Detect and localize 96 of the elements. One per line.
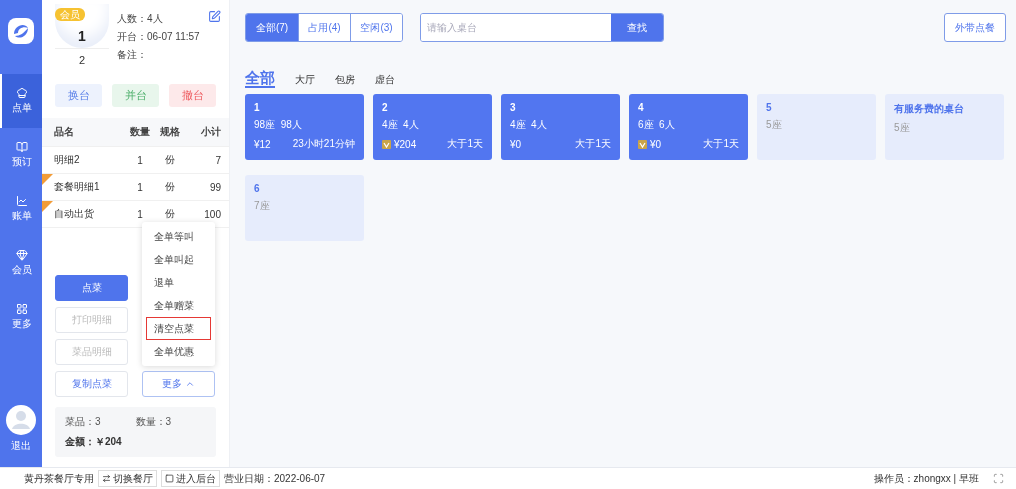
table-cell-text: 自动出货 [54,207,95,221]
table-card[interactable]: 6 7座 [245,175,364,241]
chart-icon [16,195,28,207]
gem-icon [16,249,28,261]
logo-icon [8,18,34,44]
table-name: 3 [510,102,517,113]
menu-item[interactable]: 全单赠菜 [146,294,211,317]
table-name: 6 [254,183,261,194]
table-cell-text: 7 [214,154,221,166]
table-action-button[interactable]: 换台 [55,84,102,107]
logout-button[interactable]: 退出 [11,439,31,453]
table-name: 1 [254,102,261,113]
table-action-button[interactable]: 并台 [112,84,159,107]
more-button[interactable]: 更多 [142,371,215,397]
guest-count: 2 [55,48,109,70]
region-tab[interactable]: 包房 [335,75,355,88]
menu-item[interactable]: 退单 [146,271,211,294]
menu-item[interactable]: 全单等叫 [146,225,211,248]
table-cell-text: 套餐明细1 [54,180,101,194]
fullscreen-icon[interactable] [993,473,1004,484]
table-info: 人数：4人 [117,12,164,26]
table-name: 5 [766,102,773,113]
table-name: 有服务费的桌台 [894,102,965,116]
sidebar-item[interactable]: 点单 [0,74,42,128]
column-header: 规格 [159,125,181,139]
order-button[interactable]: 点菜 [55,275,128,301]
region-tab[interactable]: 大厅 [295,75,315,88]
menu-item[interactable]: 清空点菜 [146,317,211,340]
table-seats: 98座 98人 [254,118,355,132]
table-duration: 大于1天 [447,137,483,151]
table-duration: 大于1天 [575,137,611,151]
table-duration: 23小时21分钟 [292,137,355,151]
table-card[interactable]: 4 6座 6人 ¥0 大于1天 [629,94,748,160]
table-card[interactable]: 有服务费的桌台 5座 [885,94,1004,160]
table-duration: 大于1天 [703,137,739,151]
table-cell-text: 份 [164,180,176,194]
table-card[interactable]: 5 5座 [757,94,876,160]
column-header: 小计 [200,125,221,139]
edit-icon[interactable] [208,10,221,23]
table-seats: 4座 4人 [510,118,611,132]
filter-tab[interactable]: 全部(7) [246,14,298,41]
table-seats: 5座 [766,118,867,132]
table-name: 2 [382,102,389,113]
table-amount: ¥0 [650,138,662,150]
table-cell-text: 1 [136,154,144,166]
table-card[interactable]: 2 4座 4人 ¥204 大于1天 [373,94,492,160]
chef-hat-icon [16,87,28,99]
table-amount: ¥204 [394,138,417,150]
book-icon [16,141,28,153]
table-name: 4 [638,102,645,113]
table-seats: 6座 6人 [638,118,739,132]
restaurant-name: 黄丹茶餐厅专用 [24,471,94,486]
table-cell-text: 份 [164,207,176,221]
region-tab[interactable]: 全部 [245,70,275,88]
switch-restaurant-button[interactable]: 切换餐厅 [98,470,157,487]
switch-icon [102,474,111,483]
member-badge: 会员 [55,8,85,21]
table-cell-text: 99 [208,181,221,193]
region-tab[interactable]: 虚台 [375,75,395,88]
takeout-button[interactable]: 外带点餐 [944,13,1006,42]
chevron-icon [185,379,195,389]
sidebar-item[interactable]: 账单 [0,182,42,236]
menu-item[interactable]: 全单叫起 [146,248,211,271]
table-cell-text: 1 [136,181,144,193]
business-date: 营业日期：2022-06-07 [224,471,326,486]
sidebar-item[interactable]: 会员 [0,236,42,290]
table-seats: 7座 [254,199,355,213]
table-amount: ¥0 [510,138,522,150]
table-action-button[interactable]: 撤台 [169,84,216,107]
column-header: 品名 [54,125,75,139]
order-button[interactable]: 复制点菜 [55,371,128,397]
menu-item[interactable]: 全单优惠 [146,340,211,363]
table-seats: 5座 [894,121,995,135]
table-cell-text: 100 [203,208,221,220]
table-card[interactable]: 1 98座 98人 ¥12 23小时21分钟 [245,94,364,160]
dish-count: 菜品：3 [65,415,102,429]
square-icon [165,474,174,483]
column-header: 数量 [129,125,151,139]
backend-button[interactable]: 进入后台 [161,470,220,487]
table-cell-text: 明细2 [54,153,81,167]
avatar-icon[interactable] [6,405,36,435]
table-seats: 4座 4人 [382,118,483,132]
table-amount: ¥12 [254,138,271,150]
table-cell-text: 份 [164,153,176,167]
sidebar-item[interactable]: 更多 [0,290,42,344]
filter-tab[interactable]: 空闲(3) [350,14,402,41]
total-amount: 金额：￥204 [65,435,123,449]
operator-info: 操作员：zhongxx | 早班 [873,471,979,486]
table-card[interactable]: 3 4座 4人 ¥0 大于1天 [501,94,620,160]
sidebar-item[interactable]: 预订 [0,128,42,182]
grid-icon [16,303,28,315]
table-info: 开台：06-07 11:57 [117,30,200,44]
filter-tab[interactable]: 占用(4) [298,14,350,41]
table-info: 备注： [117,48,148,62]
quantity-count: 数量：3 [135,415,173,429]
table-cell-text: 1 [136,208,144,220]
